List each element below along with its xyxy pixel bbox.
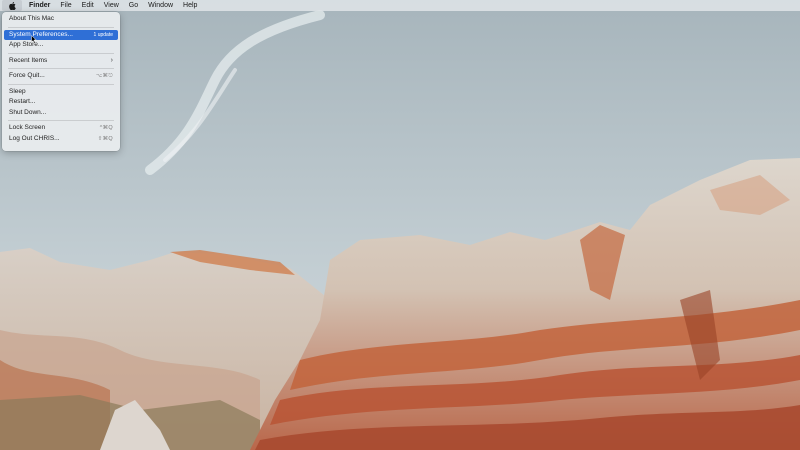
menu-separator: [8, 52, 114, 54]
sleep-item[interactable]: Sleep: [4, 87, 118, 98]
force-quit-shortcut: ⌥⌘⎋: [95, 73, 113, 79]
force-quit-item[interactable]: Force Quit... ⌥⌘⎋: [4, 71, 118, 82]
log-out-item[interactable]: Log Out CHRIS... ⇧⌘Q: [4, 134, 118, 145]
menu-file[interactable]: File: [55, 0, 76, 11]
menu-finder[interactable]: Finder: [24, 0, 55, 11]
menu-separator: [8, 83, 114, 85]
apple-menu-dropdown: About This Mac System Preferences... 1 u…: [2, 12, 120, 151]
apple-menu-button[interactable]: [2, 0, 22, 11]
restart-label: Restart...: [9, 98, 36, 105]
menu-separator: [8, 68, 114, 69]
mouse-cursor-icon: [31, 35, 37, 44]
about-this-mac-label: About This Mac: [9, 15, 55, 22]
recent-items-label: Recent Items: [9, 56, 48, 64]
log-out-shortcut: ⇧⌘Q: [97, 135, 113, 142]
menu-bar: Finder File Edit View Go Window Help: [0, 0, 800, 11]
restart-item[interactable]: Restart...: [4, 97, 118, 108]
menu-view[interactable]: View: [99, 0, 124, 11]
menu-go[interactable]: Go: [124, 0, 143, 11]
apple-icon: [8, 1, 16, 10]
app-store-label: App Store...: [9, 41, 44, 48]
system-preferences-item[interactable]: System Preferences... 1 update: [4, 29, 118, 40]
shut-down-label: Shut Down...: [9, 108, 47, 116]
system-preferences-label: System Preferences...: [9, 30, 73, 38]
force-quit-label: Force Quit...: [9, 72, 45, 79]
chevron-right-icon: ›: [110, 56, 113, 64]
log-out-label: Log Out CHRIS...: [9, 134, 60, 142]
app-store-item[interactable]: App Store...: [4, 40, 118, 51]
desktop-wallpaper: [0, 0, 800, 450]
menu-separator: [8, 26, 114, 28]
recent-items-item[interactable]: Recent Items ›: [4, 56, 118, 67]
shut-down-item[interactable]: Shut Down...: [4, 108, 118, 119]
sleep-label: Sleep: [9, 87, 26, 95]
about-this-mac-item[interactable]: About This Mac: [4, 14, 118, 25]
lock-screen-label: Lock Screen: [9, 124, 46, 131]
lock-screen-shortcut: ^⌘Q: [99, 125, 113, 131]
menu-window[interactable]: Window: [143, 0, 178, 11]
menu-edit[interactable]: Edit: [77, 0, 99, 11]
lock-screen-item[interactable]: Lock Screen ^⌘Q: [4, 123, 118, 134]
menu-separator: [8, 120, 114, 121]
menu-help[interactable]: Help: [178, 0, 202, 11]
update-badge: 1 update: [93, 31, 113, 38]
